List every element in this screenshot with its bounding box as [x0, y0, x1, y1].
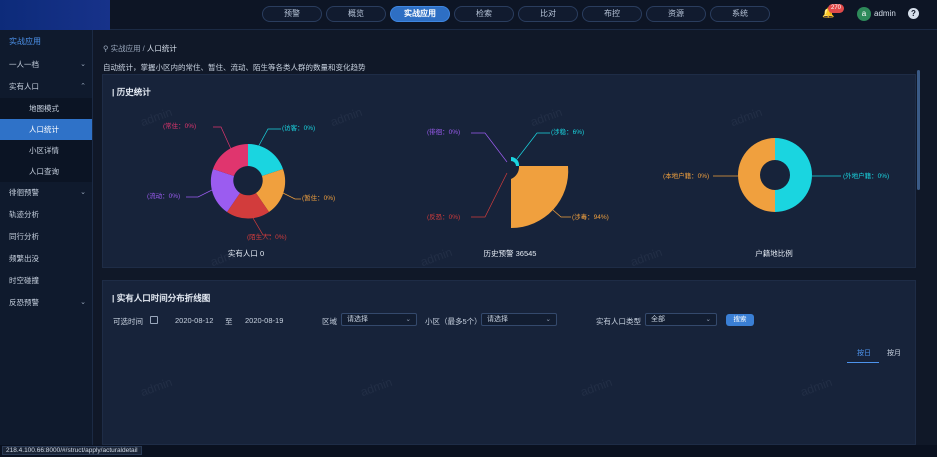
label-loiter: (徘徊：0%)	[427, 127, 460, 136]
search-button[interactable]: 搜索	[726, 314, 754, 326]
sidebar-item-label: 实有人口	[9, 82, 39, 91]
sidebar-sub-query[interactable]: 人口查询	[0, 161, 92, 182]
nav-search[interactable]: 检索	[454, 6, 514, 22]
help-icon[interactable]: ?	[908, 8, 919, 19]
location-icon: ⚲	[103, 44, 109, 53]
area-label: 区域	[322, 317, 337, 326]
nav-overview[interactable]: 概览	[326, 6, 386, 22]
type-select[interactable]: 全部 ⌄	[645, 313, 717, 326]
sidebar-sub-map[interactable]: 地图模式	[0, 98, 92, 119]
status-url: 218.4.100.66:8000/#/struct/apply/actural…	[2, 446, 142, 455]
type-label: 实有人口类型	[596, 317, 641, 326]
date-end-field[interactable]: 2020-08-19	[245, 316, 283, 325]
page-description: 自动统计，掌握小区内的常住、暂住、流动、陌生等各类人群的数量和变化趋势	[103, 63, 366, 72]
slice-local	[738, 138, 775, 212]
breadcrumb-current: 人口统计	[146, 44, 177, 53]
label-stranger: (陌生人：0%)	[247, 232, 287, 241]
label-nonlocal: (外地户籍：0%)	[843, 171, 889, 180]
chevron-down-icon: ⌄	[545, 316, 551, 323]
date-start-field[interactable]: 2020-08-12	[175, 316, 213, 325]
history-charts: (访客：0%) (常住：0%) (暂住：0%) (流动：0%) (陌生人：0%)…	[147, 121, 889, 241]
type-select-value: 全部	[651, 316, 665, 323]
population-caption: 实有人口 0	[227, 249, 265, 258]
label-stability: (涉稳：6%)	[551, 127, 584, 136]
sidebar-item-frequent[interactable]: 频繁出没	[0, 248, 92, 270]
sidebar-sub-community[interactable]: 小区详情	[0, 140, 92, 161]
tab-by-month[interactable]: 按月	[887, 348, 901, 358]
sidebar-item-track[interactable]: 轨迹分析	[0, 204, 92, 226]
sidebar-item-label: 一人一档	[9, 60, 39, 69]
label-visitor: (访客：0%)	[282, 123, 315, 132]
community-select-value: 请选择	[487, 316, 508, 323]
breadcrumb: ⚲ 实战应用 / 人口统计	[103, 43, 177, 54]
sidebar-item-collision[interactable]: 时空碰撞	[0, 270, 92, 292]
date-separator: 至	[225, 317, 233, 326]
leader-line	[471, 172, 508, 218]
household-ring-chart: (外地户籍：0%) (本地户籍：0%)	[663, 138, 889, 212]
chevron-down-icon: ⌄	[80, 189, 86, 196]
sidebar-item-loiter[interactable]: 徘徊预警 ⌄	[0, 182, 92, 204]
nav-system[interactable]: 系统	[710, 6, 770, 22]
sidebar-item-label: 徘徊预警	[9, 188, 39, 197]
history-panel: | 历史统计 (访客：0%) (常住：0%) (暂住：0%) (流动：0%) (…	[102, 74, 916, 268]
community-select[interactable]: 请选择 ⌄	[481, 313, 557, 326]
nav-control[interactable]: 布控	[582, 6, 642, 22]
chevron-up-icon: ⌃	[80, 83, 86, 90]
area-select-value: 请选择	[347, 316, 368, 323]
trend-panel: | 实有人口时间分布折线图 可选时间 2020-08-12 至 2020-08-…	[102, 280, 916, 445]
leader-line	[516, 132, 550, 160]
notification-badge: 270	[828, 4, 845, 13]
label-temporary: (暂住：0%)	[302, 193, 335, 202]
chevron-down-icon: ⌄	[80, 299, 86, 306]
leader-line	[252, 217, 271, 236]
avatar[interactable]: a	[857, 7, 871, 21]
population-ring-chart: (访客：0%) (常住：0%) (暂住：0%) (流动：0%) (陌生人：0%)	[147, 121, 335, 241]
chevron-down-icon: ⌄	[80, 61, 86, 68]
nav-resource[interactable]: 资源	[646, 6, 706, 22]
sidebar-item-label: 反恐预警	[9, 298, 39, 307]
tab-by-day[interactable]: 按日	[857, 348, 871, 358]
area-select[interactable]: 请选择 ⌄	[341, 313, 417, 326]
label-terror: (反恐：0%)	[427, 212, 460, 221]
label-floating: (流动：0%)	[147, 191, 180, 200]
label-local: (本地户籍：0%)	[663, 171, 709, 180]
sidebar-item-terror[interactable]: 反恐预警 ⌄	[0, 292, 92, 314]
chevron-down-icon: ⌄	[705, 316, 711, 323]
label-resident: (常住：0%)	[163, 121, 196, 130]
sidebar-item-population[interactable]: 实有人口 ⌃	[0, 76, 92, 98]
warning-caption: 历史预警 36545	[483, 249, 537, 258]
sidebar-item-companion[interactable]: 同行分析	[0, 226, 92, 248]
sidebar-item-profile[interactable]: 一人一档 ⌄	[0, 54, 92, 76]
warning-rose-chart: (涉稳：6%) (徘徊：0%) (反恐：0%) (涉毒：94%)	[427, 127, 609, 229]
household-caption: 户籍地比例	[755, 249, 793, 258]
active-tab-indicator	[847, 362, 879, 363]
sidebar-sub-stats[interactable]: 人口统计	[0, 119, 92, 140]
main-nav: 预警 概览 实战应用 检索 比对 布控 资源 系统	[262, 6, 770, 22]
leader-line	[471, 132, 508, 163]
breadcrumb-parent[interactable]: 实战应用	[111, 44, 141, 53]
label-drug: (涉毒：94%)	[572, 212, 609, 221]
main-content: ⚲ 实战应用 / 人口统计 自动统计，掌握小区内的常住、暂住、流动、陌生等各类人…	[93, 30, 927, 445]
time-label: 可选时间	[113, 317, 143, 326]
community-label: 小区（最多5个）	[425, 317, 482, 326]
nav-warning[interactable]: 预警	[262, 6, 322, 22]
leader-line	[256, 128, 281, 150]
user-name[interactable]: admin	[874, 9, 896, 18]
slice-drug	[511, 166, 569, 229]
leader-line	[186, 187, 217, 198]
logo	[0, 0, 110, 30]
nav-compare[interactable]: 比对	[518, 6, 578, 22]
calendar-icon[interactable]	[150, 316, 158, 324]
slice-nonlocal	[775, 138, 812, 212]
status-bar: 218.4.100.66:8000/#/struct/apply/actural…	[0, 445, 937, 457]
sidebar: 实战应用 一人一档 ⌄ 实有人口 ⌃ 地图模式 人口统计 小区详情 人口查询 徘…	[0, 30, 93, 445]
sidebar-title[interactable]: 实战应用	[0, 30, 92, 54]
scrollbar[interactable]	[917, 70, 920, 190]
leader-line	[213, 126, 232, 150]
top-bar: 预警 概览 实战应用 检索 比对 布控 资源 系统 🔔 270 a admin …	[0, 0, 937, 30]
chevron-down-icon: ⌄	[405, 316, 411, 323]
leader-line	[552, 209, 571, 218]
nav-application[interactable]: 实战应用	[390, 6, 450, 22]
trend-panel-title: | 实有人口时间分布折线图	[112, 293, 211, 303]
